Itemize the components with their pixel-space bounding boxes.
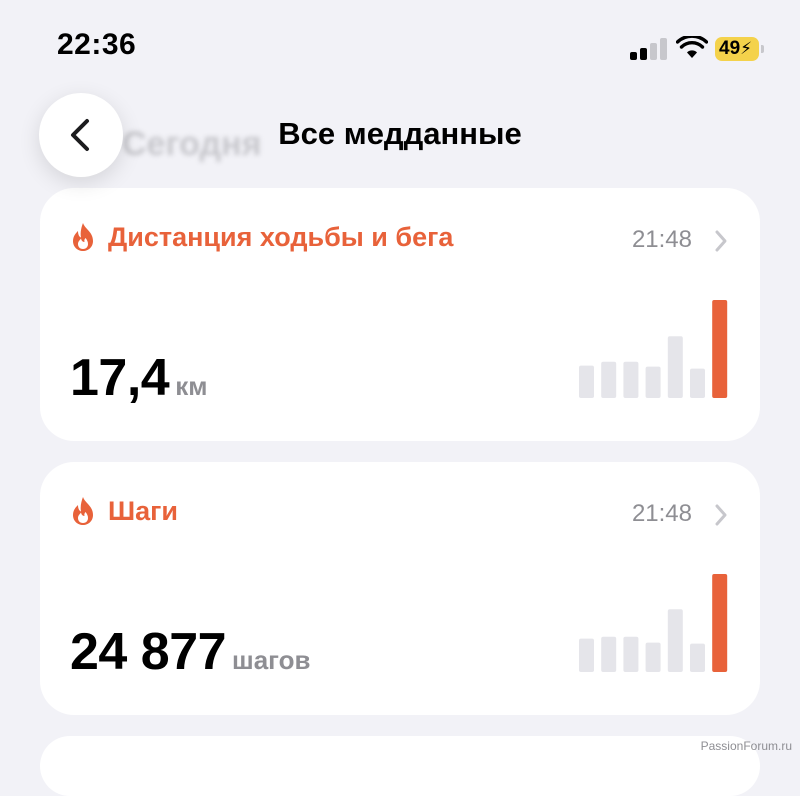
card-time: 21:48 [631, 500, 692, 527]
chevron-right-icon [715, 230, 727, 252]
bar-today [712, 574, 728, 672]
status-bar: 22:36 49⚡ [0, 0, 800, 90]
chevron-right-icon [715, 504, 727, 526]
status-time: 22:36 [57, 28, 137, 61]
metric-unit: шагов [232, 645, 311, 675]
wifi-icon [676, 36, 708, 58]
bar [601, 361, 617, 398]
card-time: 21:48 [631, 226, 692, 253]
back-button[interactable] [39, 93, 123, 177]
bar [645, 366, 661, 398]
flame-icon [73, 223, 93, 251]
battery-tip [761, 45, 764, 53]
health-card-steps[interactable]: Шаги 21:48 24 877 шагов [40, 462, 760, 715]
mini-bar-chart [579, 574, 728, 672]
health-card-distance[interactable]: Дистанция ходьбы и бега 21:48 17,4 км [40, 188, 760, 441]
metric-value: 17,4 [70, 349, 170, 407]
watermark: PassionForum.ru [700, 739, 792, 753]
bar [667, 609, 683, 672]
chevron-left-icon [71, 119, 89, 151]
bar [579, 638, 594, 672]
card-title: Шаги [108, 496, 178, 526]
card-title: Дистанция ходьбы и бега [108, 222, 454, 252]
bar [645, 642, 661, 672]
value-row: 24 877 шагов [70, 622, 311, 682]
flame-icon [73, 497, 93, 525]
bar [690, 368, 705, 398]
charging-bolt-icon: ⚡ [740, 39, 753, 58]
battery-indicator: 49⚡ [715, 37, 759, 61]
bar [579, 365, 594, 398]
mini-bar-chart [579, 300, 728, 398]
battery-level: 49 [719, 38, 741, 59]
value-row: 17,4 км [70, 348, 207, 408]
bar-today [712, 300, 728, 398]
metric-unit: км [175, 371, 208, 401]
bar [623, 361, 639, 398]
cellular-signal-icon [630, 38, 668, 60]
bar [623, 636, 639, 672]
bar [601, 636, 617, 672]
bar [690, 643, 705, 672]
bar [667, 336, 683, 398]
metric-value: 24 877 [70, 623, 227, 681]
health-card-partial[interactable] [40, 736, 760, 796]
